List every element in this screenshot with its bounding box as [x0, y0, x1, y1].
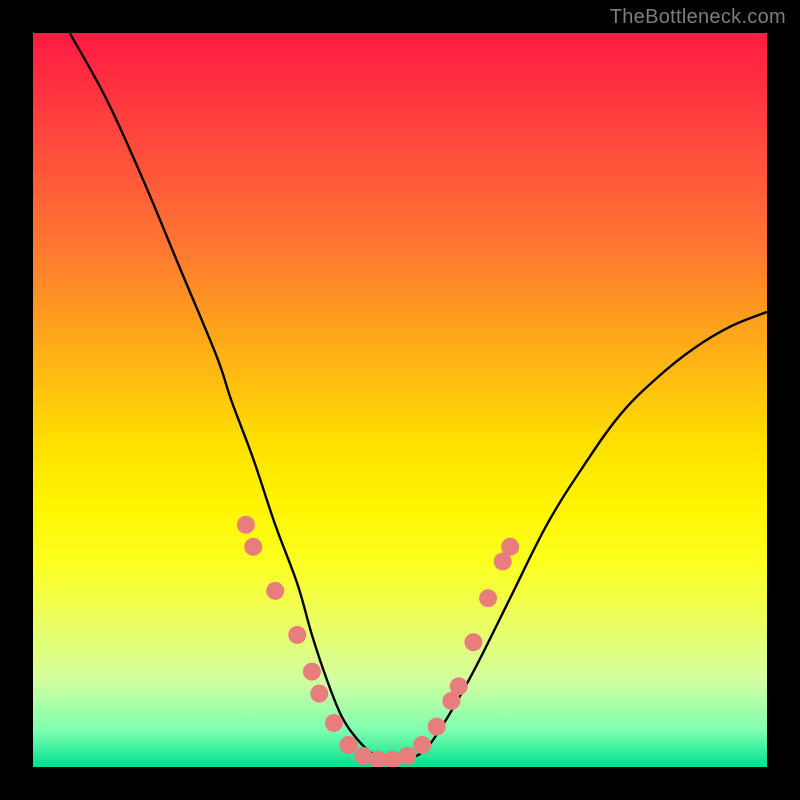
curve-marker	[237, 516, 255, 534]
curve-marker	[479, 589, 497, 607]
curve-marker	[501, 538, 519, 556]
curve-marker	[398, 747, 416, 765]
curve-markers	[237, 516, 519, 767]
curve-svg	[33, 33, 767, 767]
curve-marker	[266, 582, 284, 600]
curve-marker	[428, 718, 446, 736]
curve-marker	[340, 736, 358, 754]
curve-marker	[244, 538, 262, 556]
plot-area	[33, 33, 767, 767]
curve-marker	[450, 677, 468, 695]
chart-frame: TheBottleneck.com	[0, 0, 800, 800]
bottleneck-curve	[70, 33, 767, 761]
watermark-text: TheBottleneck.com	[610, 6, 786, 29]
curve-marker	[310, 685, 328, 703]
curve-marker	[464, 633, 482, 651]
curve-marker	[303, 663, 321, 681]
curve-marker	[325, 714, 343, 732]
curve-marker	[413, 736, 431, 754]
curve-marker	[288, 626, 306, 644]
